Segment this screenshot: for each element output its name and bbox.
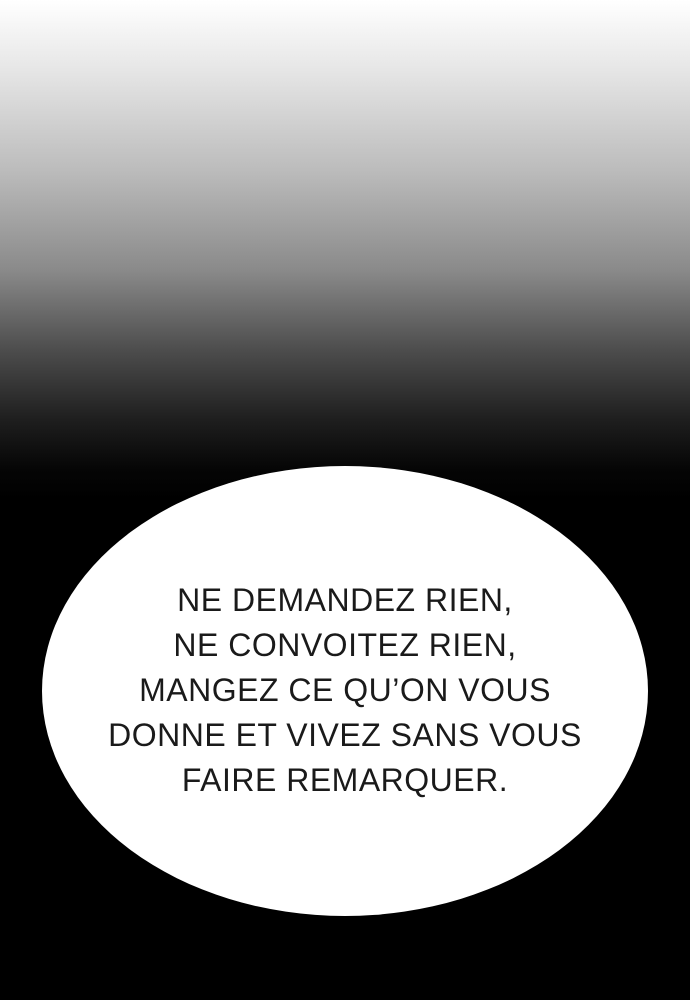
speech-bubble-text: NE DEMANDEZ RIEN, NE CONVOITEZ RIEN, MAN… — [42, 578, 648, 803]
comic-panel: NE DEMANDEZ RIEN, NE CONVOITEZ RIEN, MAN… — [0, 0, 690, 1000]
speech-line-4: DONNE ET VIVEZ SANS VOUS — [108, 717, 582, 753]
speech-line-5: FAIRE REMARQUER. — [181, 762, 509, 798]
speech-line-2: NE CONVOITEZ RIEN, — [173, 627, 517, 663]
speech-line-1: NE DEMANDEZ RIEN, — [177, 582, 513, 618]
speech-bubble: NE DEMANDEZ RIEN, NE CONVOITEZ RIEN, MAN… — [42, 466, 648, 916]
speech-line-3: MANGEZ CE QU’ON VOUS — [139, 672, 551, 708]
